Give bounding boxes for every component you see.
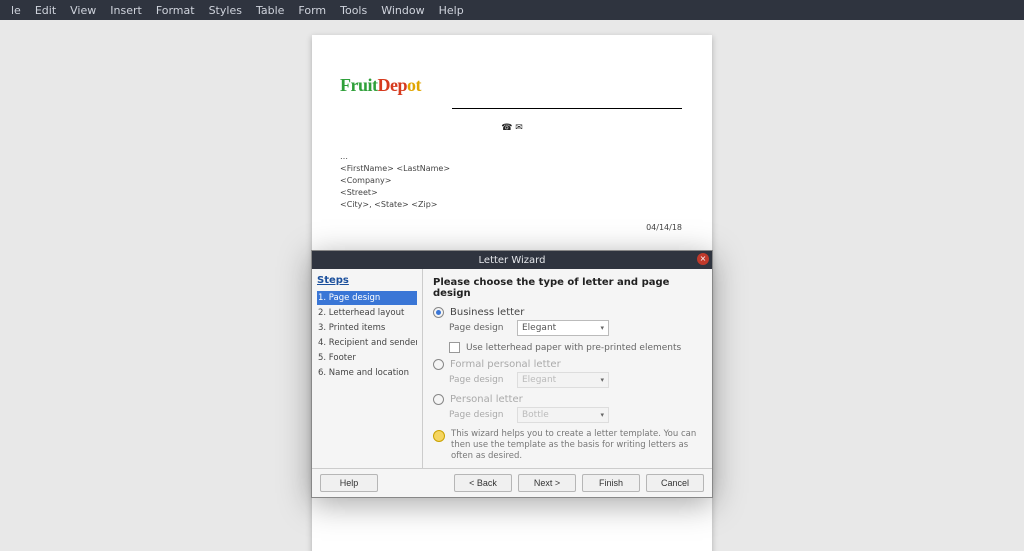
wizard-hint-text: This wizard helps you to create a letter… <box>451 429 702 462</box>
letter-wizard-dialog: Letter Wizard × Steps 1. Page design 2. … <box>311 250 713 498</box>
addr-line-2: <Company> <box>340 175 687 187</box>
menu-format[interactable]: Format <box>149 4 202 17</box>
radio-formal-personal-letter[interactable] <box>433 359 444 370</box>
addr-line-1: <FirstName> <LastName> <box>340 163 687 175</box>
personal-page-design-combo: Bottle ▾ <box>517 407 609 423</box>
chevron-down-icon: ▾ <box>600 324 604 332</box>
next-button[interactable]: Next > <box>518 474 576 492</box>
menu-edit[interactable]: Edit <box>28 4 63 17</box>
formal-page-design-label: Page design <box>449 375 511 385</box>
menu-form[interactable]: Form <box>291 4 333 17</box>
panel-heading: Please choose the type of letter and pag… <box>433 277 702 299</box>
back-button[interactable]: < Back <box>454 474 512 492</box>
address-block: … <FirstName> <LastName> <Company> <Stre… <box>340 151 687 211</box>
dialog-titlebar[interactable]: Letter Wizard × <box>312 251 712 269</box>
radio-personal-letter-label: Personal letter <box>450 394 523 405</box>
dialog-title: Letter Wizard <box>479 255 546 266</box>
chevron-down-icon: ▾ <box>600 376 604 384</box>
help-button[interactable]: Help <box>320 474 378 492</box>
step-4-recipient-sender[interactable]: 4. Recipient and sender <box>317 336 417 350</box>
step-2-letterhead-layout[interactable]: 2. Letterhead layout <box>317 306 417 320</box>
logo: FruitDepot <box>340 75 687 96</box>
menu-bar: le Edit View Insert Format Styles Table … <box>0 0 1024 20</box>
finish-button[interactable]: Finish <box>582 474 640 492</box>
checkbox-preprinted-letterhead-label: Use letterhead paper with pre-printed el… <box>466 343 681 353</box>
menu-view[interactable]: View <box>63 4 103 17</box>
step-6-name-location[interactable]: 6. Name and location <box>317 366 417 380</box>
personal-page-design-value: Bottle <box>522 410 549 420</box>
menu-file[interactable]: le <box>4 4 28 17</box>
menu-insert[interactable]: Insert <box>103 4 149 17</box>
lightbulb-icon <box>433 430 445 442</box>
menu-tools[interactable]: Tools <box>333 4 374 17</box>
menu-table[interactable]: Table <box>249 4 291 17</box>
business-page-design-label: Page design <box>449 323 511 333</box>
contact-icons: ☎ ✉ <box>312 123 712 133</box>
wizard-content-panel: Please choose the type of letter and pag… <box>423 269 712 468</box>
business-page-design-combo[interactable]: Elegant ▾ <box>517 320 609 336</box>
checkbox-preprinted-letterhead[interactable] <box>449 342 460 353</box>
radio-formal-personal-letter-label: Formal personal letter <box>450 359 561 370</box>
menu-window[interactable]: Window <box>374 4 431 17</box>
step-3-printed-items[interactable]: 3. Printed items <box>317 321 417 335</box>
cancel-button[interactable]: Cancel <box>646 474 704 492</box>
wizard-hint: This wizard helps you to create a letter… <box>433 429 702 462</box>
formal-page-design-combo: Elegant ▾ <box>517 372 609 388</box>
logo-part-1: Fruit <box>340 75 378 95</box>
steps-heading: Steps <box>317 275 417 286</box>
logo-part-2: Dep <box>378 75 408 95</box>
formal-page-design-value: Elegant <box>522 375 556 385</box>
radio-business-letter-label: Business letter <box>450 307 524 318</box>
step-1-page-design[interactable]: 1. Page design <box>317 291 417 305</box>
date-field: 04/14/18 <box>646 223 682 232</box>
menu-styles[interactable]: Styles <box>202 4 249 17</box>
close-icon[interactable]: × <box>697 253 709 265</box>
menu-help[interactable]: Help <box>432 4 471 17</box>
addr-line-0: … <box>340 151 687 163</box>
business-page-design-value: Elegant <box>522 323 556 333</box>
header-rule <box>452 108 682 109</box>
addr-line-3: <Street> <box>340 187 687 199</box>
radio-business-letter[interactable] <box>433 307 444 318</box>
addr-line-4: <City>, <State> <Zip> <box>340 199 687 211</box>
dialog-footer: Help < Back Next > Finish Cancel <box>312 468 712 497</box>
chevron-down-icon: ▾ <box>600 411 604 419</box>
step-5-footer[interactable]: 5. Footer <box>317 351 417 365</box>
personal-page-design-label: Page design <box>449 410 511 420</box>
wizard-steps-panel: Steps 1. Page design 2. Letterhead layou… <box>312 269 423 468</box>
radio-personal-letter[interactable] <box>433 394 444 405</box>
logo-part-3: ot <box>407 75 421 95</box>
